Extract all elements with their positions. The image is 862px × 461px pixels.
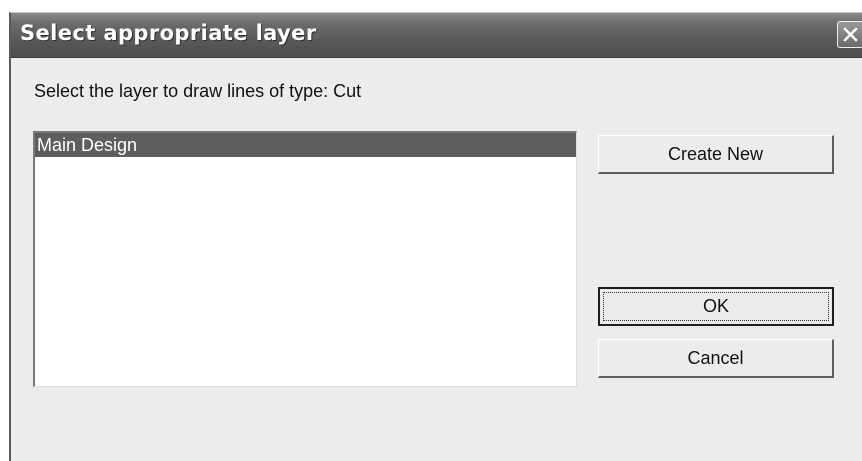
close-button[interactable] [837, 21, 862, 48]
create-new-button[interactable]: Create New [598, 135, 834, 174]
ok-button[interactable]: OK [598, 287, 834, 326]
dialog-prompt: Select the layer to draw lines of type: … [34, 81, 362, 101]
dialog-title: Select appropriate layer [20, 21, 317, 45]
layer-list-item[interactable]: Main Design [35, 133, 576, 157]
cancel-button[interactable]: Cancel [598, 339, 834, 378]
select-layer-dialog: Select appropriate layer Select the laye… [9, 12, 862, 461]
ok-button-label: OK [702, 296, 729, 316]
close-icon [843, 27, 858, 42]
title-bar[interactable]: Select appropriate layer [11, 13, 862, 58]
layer-listbox[interactable]: Main Design [33, 131, 577, 387]
